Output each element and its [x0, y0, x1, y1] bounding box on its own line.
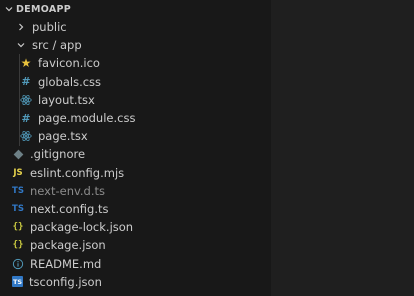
explorer-panel: DEMOAPP public src / app ★ favicon.ico #… — [0, 0, 271, 296]
tree-file-eslint-config[interactable]: JS eslint.config.mjs — [0, 164, 271, 182]
ts-icon: TS — [12, 203, 24, 214]
css-hash-icon: # — [21, 75, 31, 89]
tree-file-page-module-css[interactable]: # page.module.css — [0, 109, 271, 127]
tree-item-label: globals.css — [38, 74, 102, 89]
chevron-down-icon — [14, 38, 28, 52]
chevron-right-icon — [14, 20, 28, 34]
tree-folder-src-app[interactable]: src / app — [0, 36, 271, 54]
ts-icon: TS — [12, 185, 24, 196]
tree-item-label: page.tsx — [38, 129, 88, 144]
tree-item-label: next-env.d.ts — [30, 183, 106, 198]
react-icon — [18, 92, 34, 108]
tree-item-label: README.md — [30, 256, 102, 271]
tree-folder-public[interactable]: public — [0, 18, 271, 36]
tree-item-label: favicon.ico — [38, 56, 100, 71]
tsconfig-icon: TS — [12, 276, 23, 288]
info-icon — [10, 256, 26, 272]
git-icon — [10, 146, 26, 162]
tree-file-page-tsx[interactable]: page.tsx — [0, 127, 271, 145]
tree-file-favicon[interactable]: ★ favicon.ico — [0, 54, 271, 72]
tree-file-globals-css[interactable]: # globals.css — [0, 73, 271, 91]
tree-item-label: next.config.ts — [30, 201, 109, 216]
tree-file-package-json[interactable]: {} package.json — [0, 236, 271, 254]
editor-area — [271, 0, 414, 296]
json-braces-icon: {} — [12, 222, 24, 233]
explorer-section-title: DEMOAPP — [16, 3, 72, 15]
tree-item-label: src / app — [32, 38, 82, 53]
react-icon — [18, 128, 34, 144]
tree-item-label: layout.tsx — [38, 92, 95, 107]
tree-file-package-lock[interactable]: {} package-lock.json — [0, 218, 271, 236]
star-icon: ★ — [20, 56, 32, 71]
tree-item-label: page.module.css — [38, 111, 136, 126]
js-icon: JS — [13, 167, 23, 178]
tree-item-label: .gitignore — [30, 147, 86, 162]
chevron-down-icon — [2, 2, 16, 16]
tree-file-readme[interactable]: README.md — [0, 254, 271, 272]
css-hash-icon: # — [21, 111, 31, 125]
tree-file-next-config[interactable]: TS next.config.ts — [0, 200, 271, 218]
json-braces-icon: {} — [12, 240, 24, 251]
tree-item-label: public — [32, 20, 67, 35]
explorer-section-header[interactable]: DEMOAPP — [0, 0, 271, 18]
tree-file-gitignore[interactable]: .gitignore — [0, 145, 271, 163]
tree-file-layout-tsx[interactable]: layout.tsx — [0, 91, 271, 109]
tree-file-next-env[interactable]: TS next-env.d.ts — [0, 182, 271, 200]
tree-file-tsconfig[interactable]: TS tsconfig.json — [0, 273, 271, 291]
tree-item-label: package-lock.json — [30, 220, 134, 235]
tree-item-label: package.json — [30, 238, 106, 253]
tree-item-label: tsconfig.json — [29, 274, 102, 289]
tree-item-label: eslint.config.mjs — [30, 165, 125, 180]
